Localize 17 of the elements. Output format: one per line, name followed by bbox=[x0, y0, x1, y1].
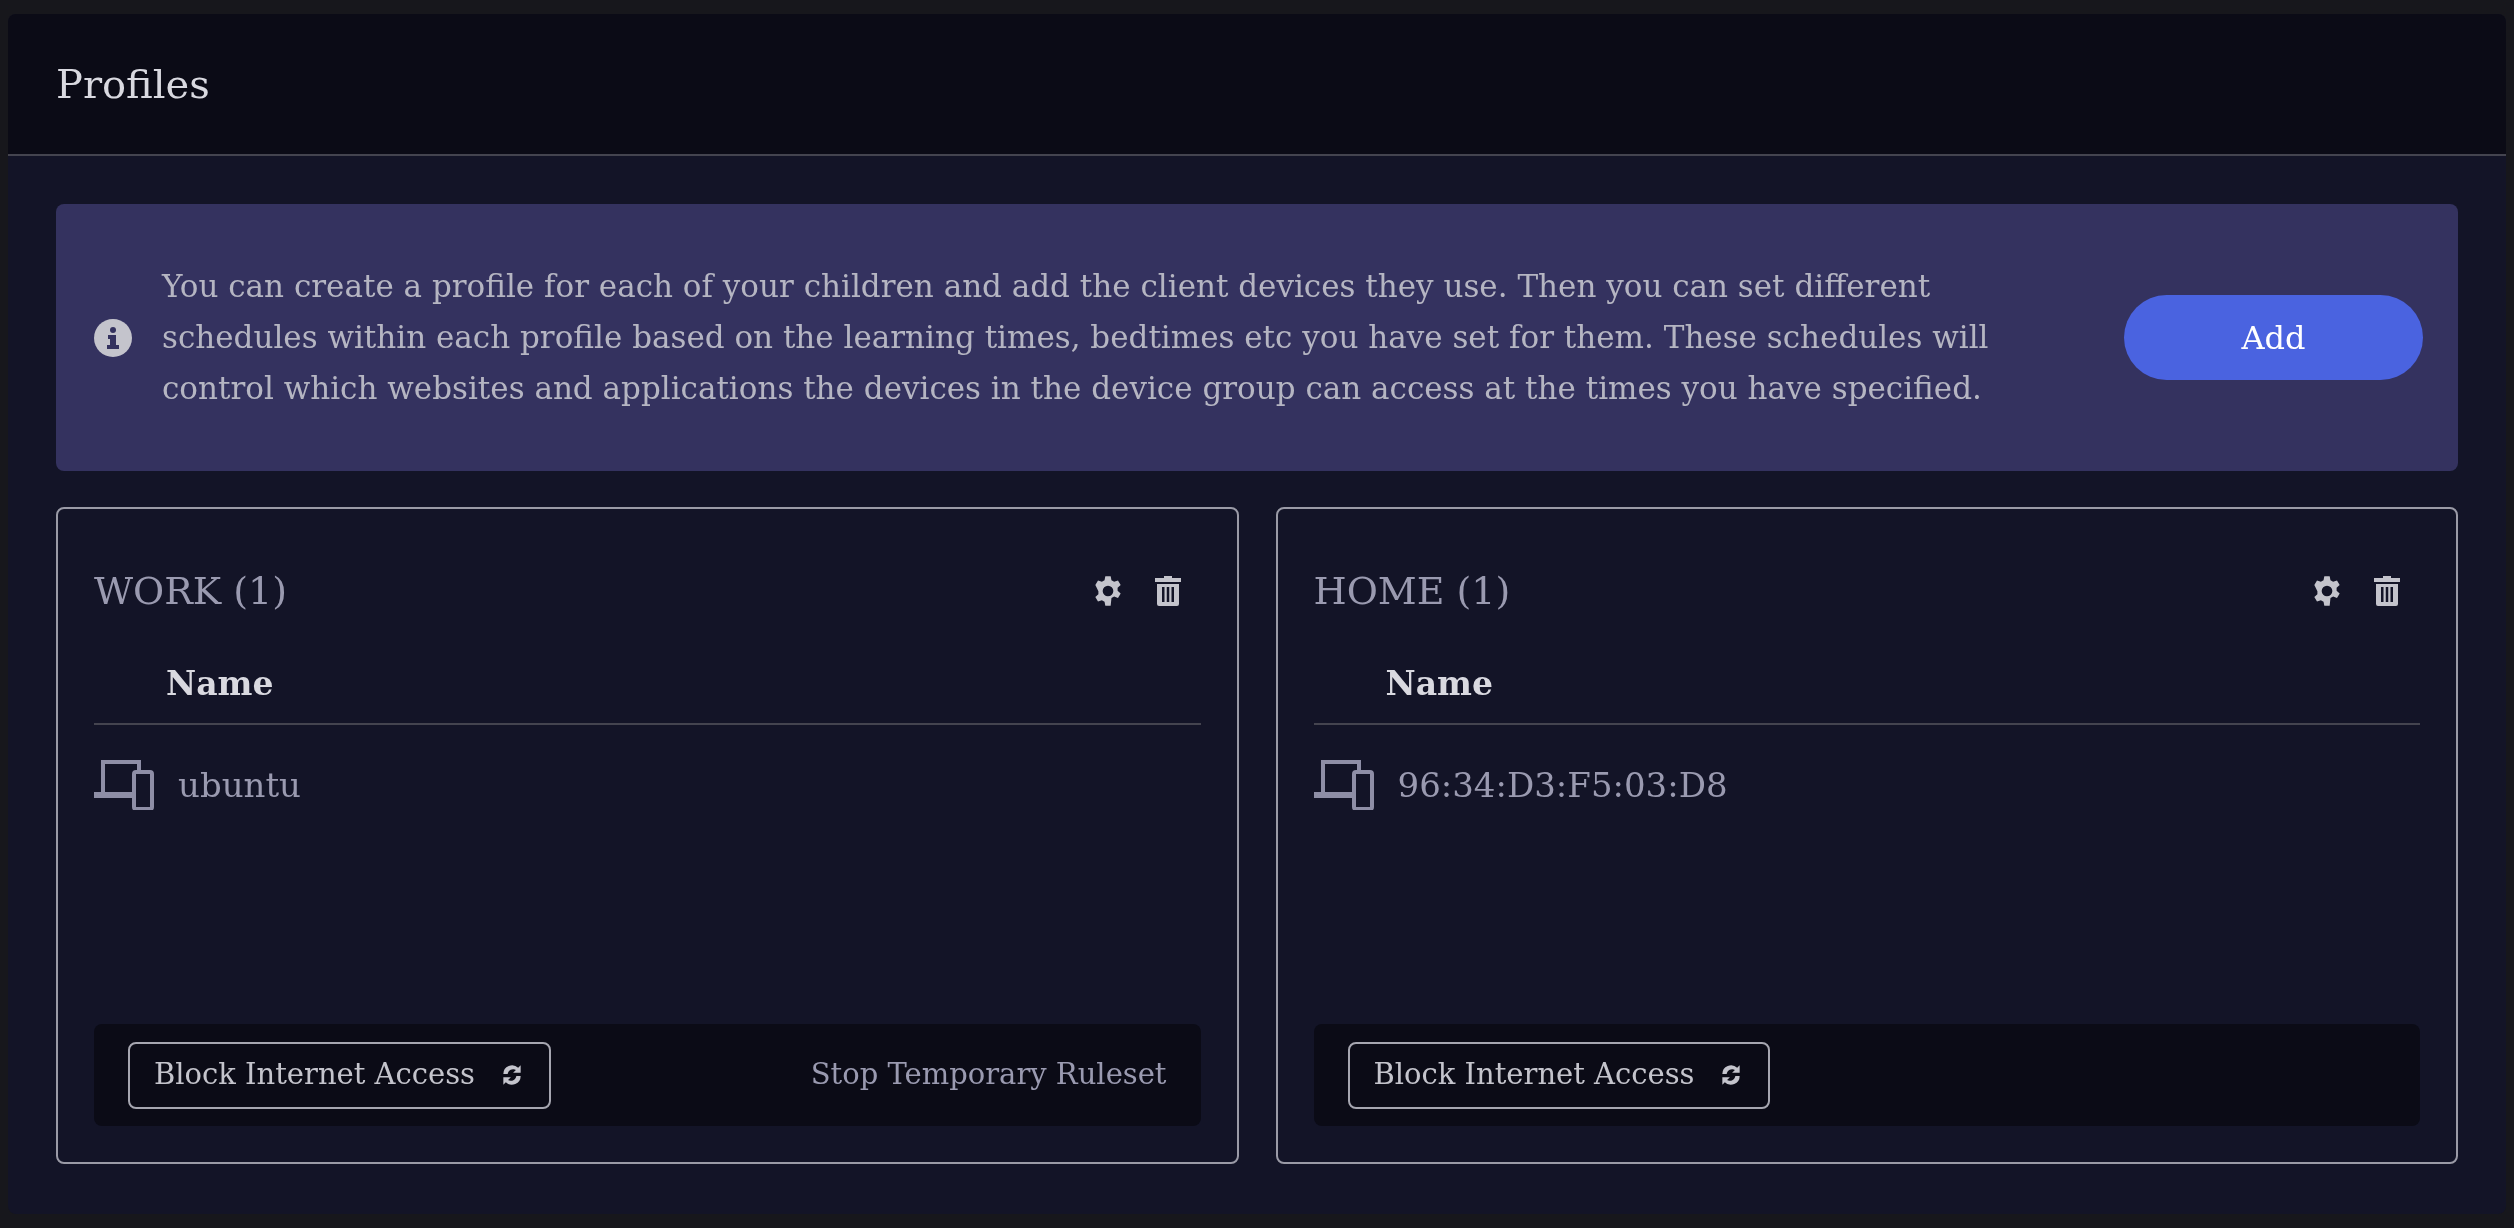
column-header: Name bbox=[166, 663, 274, 706]
device-name: 96:34:D3:F5:03:D8 bbox=[1397, 763, 1728, 807]
info-icon bbox=[94, 318, 132, 357]
trash-icon[interactable] bbox=[2374, 576, 2400, 606]
block-internet-button[interactable]: Block Internet Access bbox=[128, 1041, 551, 1109]
page-title: Profiles bbox=[56, 60, 210, 109]
devices-icon bbox=[1313, 760, 1374, 810]
trash-icon[interactable] bbox=[1154, 576, 1181, 606]
column-header: Name bbox=[1385, 663, 1493, 706]
profile-title: HOME (1) bbox=[1313, 567, 1511, 615]
block-internet-button[interactable]: Block Internet Access bbox=[1347, 1041, 1771, 1109]
info-text: You can create a profile for each of your children and add the client devices they use. Then you can set different schedules within each profile based on the learning times, bedtimes etc you have set for them. These schedules will control which websites and applications the devices in the device group can access at the times you have specified. bbox=[162, 267, 1990, 408]
add-button[interactable]: Add bbox=[2124, 295, 2423, 380]
profile-title: WORK (1) bbox=[94, 567, 288, 615]
devices-icon bbox=[94, 760, 154, 810]
device-name: ubuntu bbox=[178, 763, 302, 807]
stop-ruleset-link[interactable]: Stop Temporary Ruleset bbox=[810, 1053, 1167, 1097]
